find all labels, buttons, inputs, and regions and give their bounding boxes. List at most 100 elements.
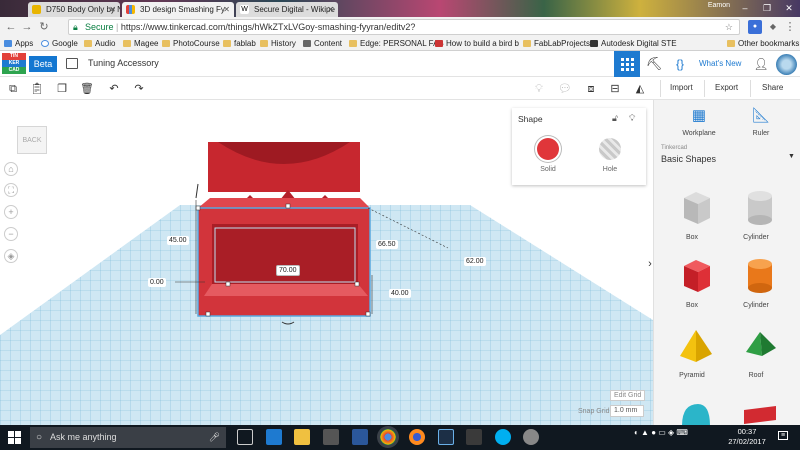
- paste-icon[interactable]: 📋︎: [30, 82, 44, 96]
- perspective-icon[interactable]: ◈: [4, 249, 18, 263]
- browser-tab-2[interactable]: 3D design Smashing Fy ✕: [122, 2, 234, 17]
- bookmark-fablabprojects[interactable]: FabLabProjects: [523, 38, 590, 50]
- reload-icon[interactable]: ↻: [37, 20, 51, 34]
- duplicate-icon[interactable]: ❐: [55, 82, 69, 96]
- height-value[interactable]: 45.00: [167, 236, 189, 245]
- design-list-icon[interactable]: [66, 58, 78, 69]
- resize-handle[interactable]: [195, 205, 201, 211]
- shape-category-select[interactable]: Basic Shapes: [661, 154, 716, 164]
- calculator-icon[interactable]: [323, 429, 339, 445]
- bookmark-magee[interactable]: Magee: [123, 38, 158, 50]
- view-cube[interactable]: BACK: [15, 120, 51, 160]
- browser-tab-1[interactable]: D750 Body Only by Nik ✕: [28, 2, 120, 17]
- bookmark-photocourse[interactable]: PhotoCourse: [162, 38, 220, 50]
- snap-grid-select[interactable]: 1.0 mm: [610, 405, 644, 417]
- design-title[interactable]: Tuning Accessory: [88, 58, 159, 68]
- avatar[interactable]: [776, 54, 797, 75]
- maximize-icon[interactable]: ❐: [756, 0, 778, 17]
- bookmark-other[interactable]: Other bookmarks: [727, 38, 799, 50]
- notifications-icon[interactable]: ≡: [778, 431, 789, 440]
- box-top[interactable]: [198, 198, 370, 208]
- profile-name[interactable]: Eamon: [708, 2, 730, 9]
- shape-round-roof[interactable]: [662, 396, 722, 425]
- length-value[interactable]: 62.00: [464, 257, 486, 266]
- app-icon-2[interactable]: [523, 429, 539, 445]
- close-icon[interactable]: ✕: [327, 2, 334, 17]
- extension-icon-2[interactable]: ◆: [766, 20, 780, 34]
- share-button[interactable]: Share: [762, 83, 783, 92]
- store-icon[interactable]: [352, 429, 368, 445]
- task-view-icon[interactable]: [237, 429, 253, 445]
- hole-swatch[interactable]: [599, 138, 621, 160]
- menu-icon[interactable]: ⋮: [783, 20, 797, 34]
- resize-handle[interactable]: [225, 281, 231, 287]
- shape-roof[interactable]: Roof: [726, 326, 786, 392]
- 3d-view-button[interactable]: [614, 51, 640, 77]
- export-button[interactable]: Export: [715, 83, 738, 92]
- extension-icon[interactable]: ●: [748, 20, 762, 34]
- app-icon[interactable]: [466, 429, 482, 445]
- beta-badge[interactable]: Beta: [29, 56, 57, 72]
- shape-box[interactable]: Box: [662, 256, 722, 322]
- tinkercad-logo[interactable]: TIN KER CAD: [2, 53, 26, 75]
- bookmark-audio[interactable]: Audio: [84, 38, 115, 50]
- bookmark-history[interactable]: History: [260, 38, 296, 50]
- url-input[interactable]: 🔒︎ Secure | https://www.tinkercad.com/th…: [68, 19, 740, 35]
- elevation-value[interactable]: 0.00: [148, 278, 166, 287]
- lock-icon[interactable]: 🔓︎: [612, 113, 618, 124]
- zoom-in-icon[interactable]: +: [4, 205, 18, 219]
- copy-icon[interactable]: ⧉: [6, 82, 20, 96]
- bookmark-star-icon[interactable]: ☆: [725, 20, 733, 34]
- depth-value[interactable]: 40.00: [389, 289, 411, 298]
- pickaxe-icon[interactable]: ⛏︎: [645, 55, 663, 73]
- shape-cylinder-hole[interactable]: Cylinder: [726, 188, 786, 254]
- close-icon[interactable]: ✕: [109, 2, 116, 17]
- edit-grid-button[interactable]: Edit Grid: [610, 390, 646, 401]
- ruler-label[interactable]: Ruler: [736, 130, 786, 137]
- undo-icon[interactable]: ↶: [107, 82, 121, 96]
- skype-icon[interactable]: [495, 429, 511, 445]
- firefox-icon[interactable]: [409, 429, 425, 445]
- speech-bubble-icon[interactable]: 💬︎: [558, 82, 572, 96]
- shape-text[interactable]: [726, 400, 786, 425]
- code-blocks-icon[interactable]: {}: [671, 55, 689, 73]
- back-icon[interactable]: ←: [4, 20, 18, 34]
- resize-handle[interactable]: [205, 311, 211, 317]
- light-bulb-icon[interactable]: 💡︎: [629, 113, 635, 124]
- fit-view-icon[interactable]: ⛶: [4, 183, 18, 197]
- close-icon[interactable]: ✕: [223, 2, 230, 17]
- width-value[interactable]: 70.00: [276, 265, 300, 276]
- align-icon[interactable]: ⊟: [608, 82, 622, 96]
- ruler-icon[interactable]: 📐︎: [749, 106, 773, 128]
- bookmark-edge[interactable]: Edge: PERSONAL FAB: [349, 38, 444, 50]
- browser-tab-3[interactable]: W Secure Digital - Wikipe ✕: [236, 2, 338, 17]
- dropdown-arrow-icon[interactable]: ▼: [788, 153, 795, 160]
- whats-new-link[interactable]: What's New: [699, 59, 741, 68]
- bookmark-bird[interactable]: How to build a bird b: [435, 38, 519, 50]
- group-icon[interactable]: ⧈: [584, 82, 598, 96]
- resize-handle[interactable]: [354, 281, 360, 287]
- window-close-icon[interactable]: ✕: [778, 0, 800, 17]
- tray-icons[interactable]: ◐ ▲ ● ▭ ◈ ⌨: [634, 428, 688, 437]
- shape-cylinder[interactable]: Cylinder: [726, 256, 786, 322]
- windows-start-icon[interactable]: [8, 431, 21, 444]
- mirror-icon[interactable]: ◭: [633, 82, 647, 96]
- view-cube-back-face[interactable]: BACK: [17, 126, 47, 154]
- lift-arrow[interactable]: [195, 183, 199, 199]
- resize-handle[interactable]: [365, 311, 371, 317]
- delete-icon[interactable]: 🗑︎: [80, 82, 94, 96]
- bookmark-fablab[interactable]: fablab: [223, 38, 256, 50]
- solid-color-swatch[interactable]: [537, 138, 559, 160]
- workplane-icon[interactable]: ▦: [687, 106, 711, 128]
- zoom-out-icon[interactable]: −: [4, 227, 18, 241]
- shape-pyramid[interactable]: Pyramid: [662, 326, 722, 392]
- add-user-icon[interactable]: 👤︎: [752, 55, 770, 73]
- minimize-icon[interactable]: –: [734, 0, 756, 17]
- home-view-icon[interactable]: ⌂: [4, 162, 18, 176]
- forward-icon[interactable]: →: [20, 20, 34, 34]
- bookmark-google[interactable]: Google: [41, 38, 78, 50]
- top-dimension-value[interactable]: 66.50: [376, 240, 398, 249]
- import-button[interactable]: Import: [670, 83, 693, 92]
- bookmark-apps[interactable]: Apps: [4, 38, 33, 50]
- bookmark-content[interactable]: Content: [303, 38, 342, 50]
